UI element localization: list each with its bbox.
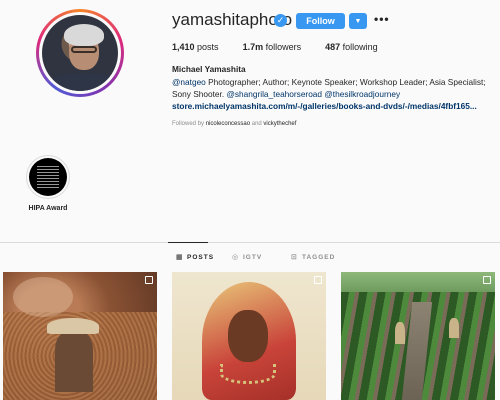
mention-natgeo-link[interactable]: @natgeo xyxy=(172,77,206,87)
tab-igtv[interactable]: ◎ IGTV xyxy=(232,254,262,261)
profile-photo xyxy=(42,15,118,91)
follow-button[interactable]: Follow xyxy=(296,13,345,29)
verified-badge-icon: ✓ xyxy=(274,14,287,27)
multiple-photos-icon xyxy=(483,276,491,284)
highlight-label: HIPA Award xyxy=(28,205,68,212)
profile-avatar-ring[interactable] xyxy=(36,9,124,97)
followed-by-text[interactable]: Followed by nicoleconcessao and vickythe… xyxy=(172,121,296,127)
following-link[interactable]: 487 following xyxy=(325,42,378,52)
mention-shangrila-link[interactable]: @shangrila_teahorseroad xyxy=(226,89,322,99)
more-options-icon[interactable]: ••• xyxy=(374,12,390,26)
tabs-divider xyxy=(0,242,500,243)
mention-silkroad-link[interactable]: @thesilkroadjourney xyxy=(324,89,400,99)
active-tab-indicator xyxy=(168,242,208,243)
multiple-photos-icon xyxy=(314,276,322,284)
tab-tagged[interactable]: ⊡ TAGGED xyxy=(291,254,335,261)
bio-website-link[interactable]: store.michaelyamashita.com/m/-/galleries… xyxy=(172,100,492,112)
post-thumbnail[interactable] xyxy=(341,272,495,400)
profile-full-name: Michael Yamashita xyxy=(172,64,246,74)
post-thumbnail[interactable] xyxy=(172,272,326,400)
post-thumbnail[interactable] xyxy=(3,272,157,400)
bio-line-1: @natgeo Photographer; Author; Keynote Sp… xyxy=(172,77,486,87)
highlight-cover[interactable] xyxy=(26,155,70,199)
story-highlight[interactable]: HIPA Award xyxy=(26,155,70,212)
igtv-icon: ◎ xyxy=(232,254,240,261)
followers-link[interactable]: 1.7m followers xyxy=(243,42,302,52)
grid-icon: ▦ xyxy=(176,254,184,261)
tagged-icon: ⊡ xyxy=(291,254,298,261)
profile-avatar[interactable] xyxy=(39,12,121,94)
multiple-photos-icon xyxy=(145,276,153,284)
profile-stats: 1,410 posts 1.7m followers 487 following xyxy=(172,42,402,52)
posts-count: 1,410 posts xyxy=(172,42,219,52)
tab-posts[interactable]: ▦ POSTS xyxy=(176,254,214,261)
profile-bio: Michael Yamashita @natgeo Photographer; … xyxy=(172,63,492,112)
suggested-dropdown-button[interactable]: ▼ xyxy=(349,13,367,29)
bio-line-2: Sony Shooter. @shangrila_teahorseroad @t… xyxy=(172,89,401,99)
